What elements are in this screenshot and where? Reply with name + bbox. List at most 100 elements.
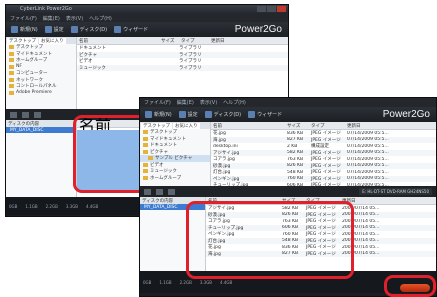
browser-panes: デスクトップ お気に入り デスクトップ マイドキュメント ドキュメント ピクチャ … [140,122,436,189]
tree-item[interactable]: Adobe Premiere [6,90,76,97]
cell-size: 836 KB [287,130,304,136]
cell-type: JPEG イメージ [311,183,341,189]
capacity-tick: 0GB [9,203,18,209]
cell-size: 548 KB [287,169,304,175]
folder-up-icon[interactable] [34,111,41,118]
menu-edit[interactable]: 編集(E) [43,15,60,22]
remove-icon[interactable] [22,111,29,118]
menu-view[interactable]: 表示(V) [66,15,83,22]
new-button[interactable]: 新規(N) [11,26,38,33]
cell-date: 07/14/2009 05:5... [347,163,389,169]
close-button[interactable] [277,6,286,12]
brand-logo: Power2Go [234,24,282,35]
folder-icon [143,143,148,148]
cell-date: 07/14/2009 05:5... [347,137,389,143]
cell-name: コアラ.jpg [213,157,235,163]
window-title: CyberLink Power2Go [20,6,72,12]
folder-icon [143,149,148,154]
tab-desktop[interactable]: デスクトップ [7,37,38,44]
title-bar: CyberLink Power2Go [6,5,288,14]
tab-favorites[interactable]: お気に入り [173,122,200,129]
tree-item[interactable]: ホームグループ [140,175,210,182]
cell-type: JPEG イメージ [311,137,341,143]
column-type[interactable]: タイプ [179,38,209,44]
capacity-tick: 1.1GB [25,203,38,209]
cell-name: チューリップ.jpg [213,183,249,189]
file-list-header: 名前 サイズ タイプ 更新日 [77,37,288,45]
folder-icon [9,84,14,89]
cell-type: JPEG イメージ [311,157,341,163]
maximize-button[interactable] [267,6,276,12]
cell-date: 07/14/2009 05:5... [347,143,389,149]
add-icon[interactable] [10,111,17,118]
remove-icon[interactable] [156,188,163,195]
folder-icon [9,90,14,95]
column-name[interactable]: 名前 [77,38,159,44]
cell-date: 07/14/2009 05:5... [347,130,389,136]
folder-icon [143,162,148,167]
menu-help[interactable]: ヘルプ(H) [89,15,112,22]
highlight-burn-button [384,275,436,297]
menu-file[interactable]: ファイル(F) [10,15,37,22]
wizard-icon [248,111,256,118]
menu-edit[interactable]: 編集(E) [177,99,194,106]
column-type[interactable]: タイプ [309,123,345,129]
drive-selector[interactable]: E: HL-DT-ST DVD-RAM GH24NS50 [359,188,432,195]
cell-size: 763 KB [287,156,304,162]
cell-type: JPEG イメージ [311,176,341,182]
capacity-tick: 3.3GB [199,279,213,285]
column-date[interactable]: 更新日 [345,123,397,129]
disc-icon [204,111,212,118]
cell-type: JPEG イメージ [311,150,341,156]
add-icon[interactable] [144,188,151,195]
settings-button[interactable]: 設定 [44,26,64,33]
disc-button[interactable]: ディスク(D) [70,26,107,33]
cell-date: 07/14/2009 05:5... [347,169,389,175]
menu-bar: ファイル(F) 編集(E) 表示(V) ヘルプ(H) [6,14,288,22]
list-item[interactable]: ミュージック ライブラリ [77,64,288,71]
folder-icon [9,58,14,63]
menu-bar: ファイル(F) 編集(E) 表示(V) ヘルプ(H) [140,98,436,107]
capacity-tick: 2.2GB [45,203,58,209]
minimize-button[interactable] [257,6,266,12]
disc-button[interactable]: ディスク(D) [204,111,241,118]
folder-up-icon[interactable] [168,188,175,195]
folder-icon [9,64,14,69]
menu-file[interactable]: ファイル(F) [144,99,171,106]
folder-icon [143,169,148,174]
cell-name: アジサイ.jpg [213,150,240,156]
capacity-tick: 4.4GB [86,203,99,209]
disc-label[interactable]: MY_DATA_DISC [6,127,76,133]
settings-button[interactable]: 設定 [178,111,198,118]
cell-name: desktop.ini [213,143,238,149]
gear-icon [178,111,186,118]
brand-logo: Power2Go [382,109,430,120]
column-name[interactable]: 名前 [211,123,285,129]
column-size[interactable]: サイズ [285,123,309,129]
cell-date: 07/14/2009 05:5... [347,150,389,156]
new-button[interactable]: 新規(N) [145,111,172,118]
capacity-tick: 0GB [143,279,152,285]
column-date[interactable]: 更新日 [209,38,251,44]
column-size[interactable]: サイズ [159,38,179,44]
wizard-button[interactable]: ウィザード [248,111,282,118]
cell-size: 760 KB [287,176,304,182]
folder-icon [9,51,14,56]
tab-favorites[interactable]: お気に入り [39,37,66,44]
folder-icon [148,156,153,161]
cell-type: 構成設定 [311,144,329,150]
cell-date: 07/14/2009 05:5... [347,176,389,182]
disc-tree: ディスクの内容 MY_DATA_DISC [6,120,77,197]
folder-tree: デスクトップ お気に入り デスクトップ マイドキュメント ホームグループ NF コ… [6,37,77,109]
tab-desktop[interactable]: デスクトップ [141,122,172,129]
menu-help[interactable]: ヘルプ(H) [223,99,246,106]
cell-name: ペンギン.jpg [213,176,240,182]
folder-icon [9,77,14,82]
new-icon [11,26,18,33]
capacity-tick: 1.1GB [159,279,172,285]
cell-type: JPEG イメージ [311,131,341,137]
wizard-icon [114,26,122,33]
wizard-button[interactable]: ウィザード [114,26,148,33]
folder-icon [9,45,14,50]
menu-view[interactable]: 表示(V) [200,99,217,106]
